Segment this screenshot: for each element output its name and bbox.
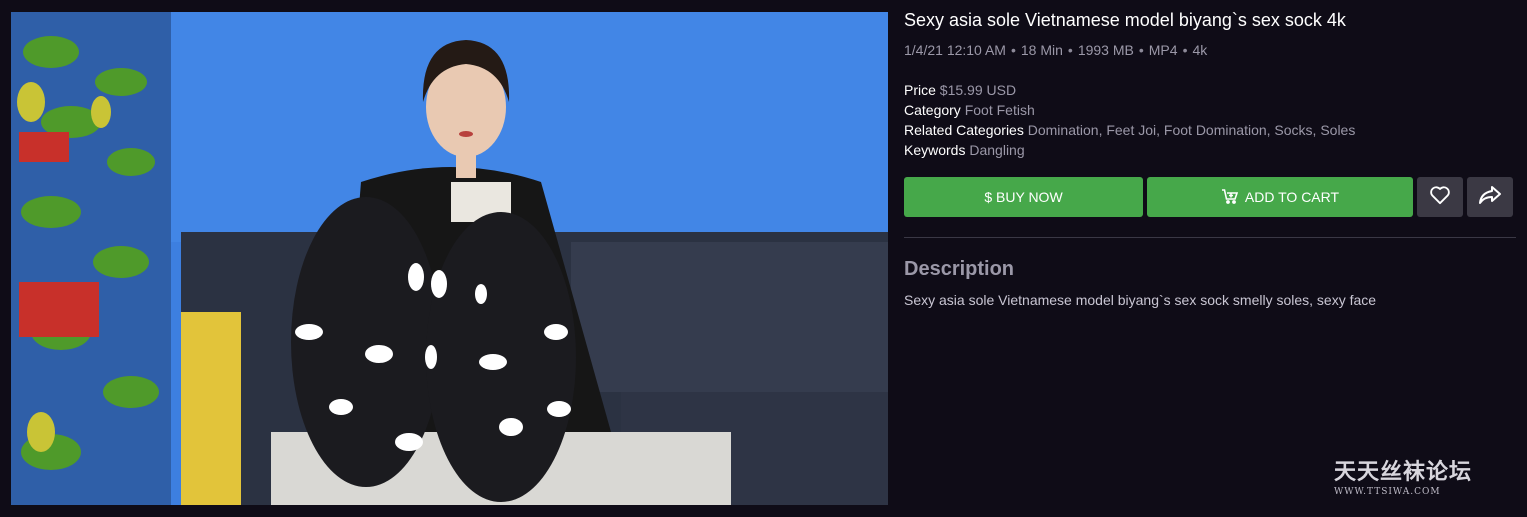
watermark: 天天丝袜论坛 WWW.TTSIWA.COM (1334, 454, 1472, 497)
category-label: Category (904, 102, 961, 118)
heart-icon (1429, 185, 1451, 210)
product-page: Sexy asia sole Vietnamese model biyang`s… (0, 0, 1527, 517)
product-details: Sexy asia sole Vietnamese model biyang`s… (904, 8, 1516, 308)
meta-date: 1/4/21 12:10 AM (904, 42, 1006, 58)
favorite-button[interactable] (1417, 177, 1463, 217)
section-divider (904, 237, 1516, 238)
product-info: Price $15.99 USD Category Foot Fetish Re… (904, 80, 1516, 160)
keywords-label: Keywords (904, 142, 966, 158)
price-value: $15.99 USD (939, 82, 1017, 98)
buy-now-label: $ BUY NOW (984, 189, 1063, 205)
product-title: Sexy asia sole Vietnamese model biyang`s… (904, 10, 1346, 30)
meta-quality: 4k (1192, 42, 1208, 58)
preview-image[interactable] (11, 12, 888, 505)
related-categories-links[interactable]: Domination, Feet Joi, Foot Domination, S… (1028, 122, 1356, 138)
meta-separator: • (1010, 42, 1016, 58)
meta-duration: 18 Min (1020, 42, 1063, 58)
category-row: Category Foot Fetish (904, 100, 1516, 120)
action-bar: $ BUY NOW ADD TO CART (904, 177, 1513, 217)
add-to-cart-button[interactable]: ADD TO CART (1147, 177, 1413, 217)
meta-separator: • (1138, 42, 1144, 58)
related-categories-label: Related Categories (904, 122, 1024, 138)
meta-format: MP4 (1148, 42, 1178, 58)
keywords-row: Keywords Dangling (904, 140, 1516, 160)
watermark-url: WWW.TTSIWA.COM (1334, 487, 1441, 497)
preview-illustration (11, 12, 888, 505)
cart-plus-icon (1221, 188, 1239, 207)
description-text: Sexy asia sole Vietnamese model biyang`s… (904, 292, 1377, 308)
keyword-link[interactable]: Dangling (969, 142, 1024, 158)
watermark-main: 天天丝袜论坛 (1334, 459, 1473, 485)
share-button[interactable] (1467, 177, 1513, 217)
meta-separator: • (1182, 42, 1188, 58)
meta-separator: • (1067, 42, 1073, 58)
add-to-cart-label: ADD TO CART (1244, 189, 1340, 205)
share-icon (1478, 185, 1502, 210)
meta-size: 1993 MB (1077, 42, 1134, 58)
price-label: Price (904, 82, 936, 98)
description-heading: Description (904, 258, 1015, 280)
price-row: Price $15.99 USD (904, 80, 1516, 100)
buy-now-button[interactable]: $ BUY NOW (904, 177, 1143, 217)
product-meta: 1/4/21 12:10 AM • 18 Min • 1993 MB • MP4 • 4k (904, 41, 1516, 59)
related-categories-row: Related Categories Domination, Feet Joi,… (904, 120, 1516, 140)
category-link[interactable]: Foot Fetish (965, 102, 1035, 118)
